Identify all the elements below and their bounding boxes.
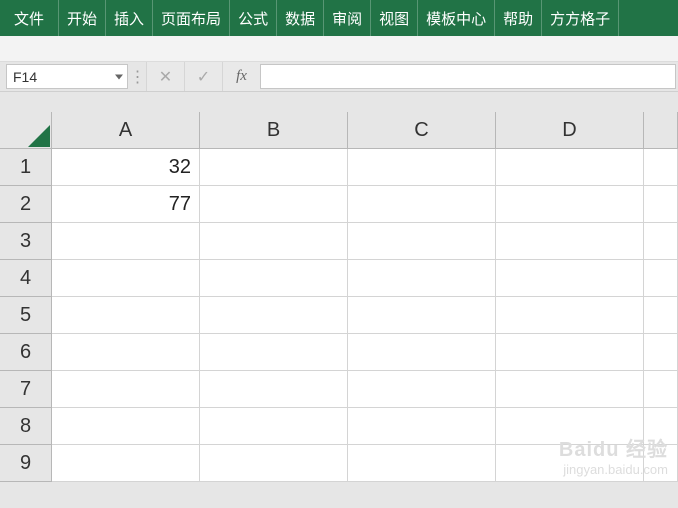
row-header-3[interactable]: 3 xyxy=(0,223,52,260)
cell-a8[interactable] xyxy=(52,408,200,445)
toolbar-area xyxy=(0,36,678,62)
gap xyxy=(0,92,678,112)
tab-fangfang[interactable]: 方方格子 xyxy=(542,0,619,36)
select-all-corner[interactable] xyxy=(0,112,52,149)
row-header-7[interactable]: 7 xyxy=(0,371,52,408)
cell-b7[interactable] xyxy=(200,371,348,408)
cell-a7[interactable] xyxy=(52,371,200,408)
cancel-button[interactable]: ✕ xyxy=(146,62,184,91)
cell-b3[interactable] xyxy=(200,223,348,260)
tab-data[interactable]: 数据 xyxy=(277,0,324,36)
cell-d6[interactable] xyxy=(496,334,644,371)
name-box-value: F14 xyxy=(13,69,37,85)
cell-a1[interactable]: 32 xyxy=(52,149,200,186)
cell-d2[interactable] xyxy=(496,186,644,223)
confirm-button[interactable]: ✓ xyxy=(184,62,222,91)
cell-d4[interactable] xyxy=(496,260,644,297)
cell-b4[interactable] xyxy=(200,260,348,297)
tab-templates[interactable]: 模板中心 xyxy=(418,0,495,36)
ribbon-tabs: 文件 开始 插入 页面布局 公式 数据 审阅 视图 模板中心 帮助 方方格子 xyxy=(0,0,678,36)
chevron-down-icon[interactable] xyxy=(115,74,123,79)
cell-b1[interactable] xyxy=(200,149,348,186)
cell-e7[interactable] xyxy=(644,371,678,408)
cell-c5[interactable] xyxy=(348,297,496,334)
cell-d9[interactable] xyxy=(496,445,644,482)
cell-a9[interactable] xyxy=(52,445,200,482)
cell-d7[interactable] xyxy=(496,371,644,408)
tab-help[interactable]: 帮助 xyxy=(495,0,542,36)
row-header-5[interactable]: 5 xyxy=(0,297,52,334)
cell-d1[interactable] xyxy=(496,149,644,186)
row-header-8[interactable]: 8 xyxy=(0,408,52,445)
row-header-2[interactable]: 2 xyxy=(0,186,52,223)
fx-button[interactable]: fx xyxy=(222,62,260,91)
cell-e4[interactable] xyxy=(644,260,678,297)
formula-bar: F14 ⋮ ✕ ✓ fx xyxy=(0,62,678,92)
cell-c2[interactable] xyxy=(348,186,496,223)
divider: ⋮ xyxy=(130,62,146,91)
row-header-4[interactable]: 4 xyxy=(0,260,52,297)
cell-a4[interactable] xyxy=(52,260,200,297)
tab-insert[interactable]: 插入 xyxy=(106,0,153,36)
cell-d8[interactable] xyxy=(496,408,644,445)
cell-b6[interactable] xyxy=(200,334,348,371)
row-header-6[interactable]: 6 xyxy=(0,334,52,371)
cell-c8[interactable] xyxy=(348,408,496,445)
row-header-9[interactable]: 9 xyxy=(0,445,52,482)
cell-c7[interactable] xyxy=(348,371,496,408)
row-header-1[interactable]: 1 xyxy=(0,149,52,186)
cell-b5[interactable] xyxy=(200,297,348,334)
cell-d3[interactable] xyxy=(496,223,644,260)
cell-e1[interactable] xyxy=(644,149,678,186)
tab-view[interactable]: 视图 xyxy=(371,0,418,36)
cell-c4[interactable] xyxy=(348,260,496,297)
tab-review[interactable]: 审阅 xyxy=(324,0,371,36)
cell-e2[interactable] xyxy=(644,186,678,223)
cell-e8[interactable] xyxy=(644,408,678,445)
tab-formulas[interactable]: 公式 xyxy=(230,0,277,36)
spreadsheet-grid: A B C D 1 32 2 77 3 4 5 6 7 8 9 xyxy=(0,112,678,482)
cell-d5[interactable] xyxy=(496,297,644,334)
cell-e3[interactable] xyxy=(644,223,678,260)
cell-a3[interactable] xyxy=(52,223,200,260)
formula-input[interactable] xyxy=(260,64,676,89)
cell-b2[interactable] xyxy=(200,186,348,223)
cell-b9[interactable] xyxy=(200,445,348,482)
tab-home[interactable]: 开始 xyxy=(59,0,106,36)
cell-a2[interactable]: 77 xyxy=(52,186,200,223)
col-header-b[interactable]: B xyxy=(200,112,348,149)
cell-e5[interactable] xyxy=(644,297,678,334)
col-header-c[interactable]: C xyxy=(348,112,496,149)
cell-e9[interactable] xyxy=(644,445,678,482)
col-header-e[interactable] xyxy=(644,112,678,149)
cell-b8[interactable] xyxy=(200,408,348,445)
name-box[interactable]: F14 xyxy=(6,64,128,89)
cell-c9[interactable] xyxy=(348,445,496,482)
cell-a6[interactable] xyxy=(52,334,200,371)
col-header-d[interactable]: D xyxy=(496,112,644,149)
cell-c6[interactable] xyxy=(348,334,496,371)
col-header-a[interactable]: A xyxy=(52,112,200,149)
cell-e6[interactable] xyxy=(644,334,678,371)
tab-page-layout[interactable]: 页面布局 xyxy=(153,0,230,36)
tab-file[interactable]: 文件 xyxy=(0,0,59,36)
cell-c3[interactable] xyxy=(348,223,496,260)
cell-c1[interactable] xyxy=(348,149,496,186)
cell-a5[interactable] xyxy=(52,297,200,334)
